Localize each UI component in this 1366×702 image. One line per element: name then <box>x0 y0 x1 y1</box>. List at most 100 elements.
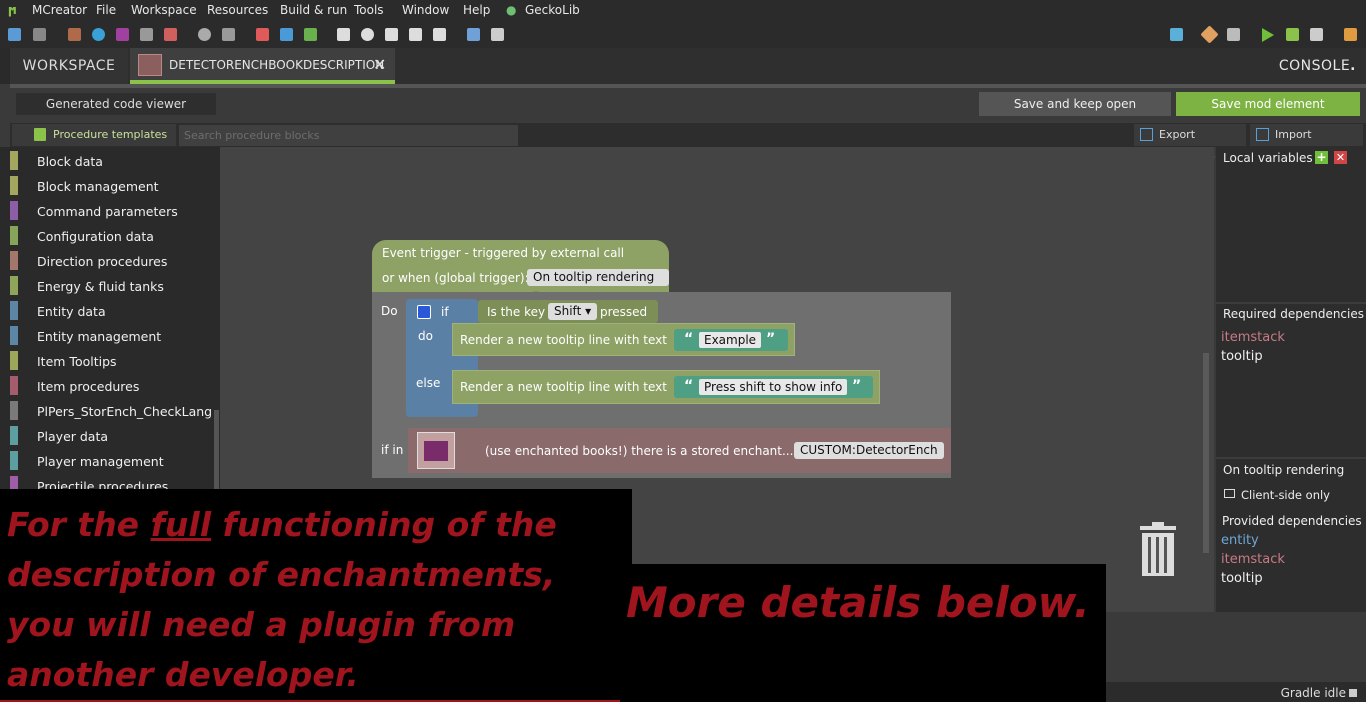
panel-scrollbar[interactable] <box>1203 353 1209 553</box>
menu-tools[interactable]: Tools <box>354 3 384 17</box>
category-item[interactable]: Command parameters <box>0 198 210 223</box>
menu-help[interactable]: Help <box>463 3 490 17</box>
save-mod-element-button[interactable]: Save mod element <box>1176 92 1360 116</box>
gear-icon[interactable] <box>417 305 431 319</box>
side-handle[interactable] <box>0 48 10 84</box>
menu-workspace[interactable]: Workspace <box>131 3 197 17</box>
divider <box>1216 302 1366 304</box>
run-server-icon[interactable] <box>1286 28 1299 41</box>
category-color-swatch <box>10 351 18 370</box>
tool-icon-2[interactable] <box>361 28 374 41</box>
render-label: Render a new tooltip line with text <box>460 380 667 394</box>
global-trigger-dropdown[interactable]: On tooltip rendering ▾ <box>527 269 669 301</box>
grid-blue-icon[interactable] <box>280 28 293 41</box>
menu-build-run[interactable]: Build & run <box>280 3 347 17</box>
run-client-icon[interactable] <box>1262 28 1274 42</box>
notice-text-underlined: full <box>150 505 212 544</box>
export-icon <box>1140 128 1153 141</box>
tool-icon-3[interactable] <box>385 28 398 41</box>
open-quote-icon: “ <box>684 331 694 347</box>
variables-icon[interactable] <box>467 28 480 41</box>
animation-icon[interactable] <box>164 28 177 41</box>
import-procedure-button[interactable]: Import procedure <box>1250 124 1363 163</box>
text-string-block[interactable]: “ Press shift to show info ” <box>674 376 873 398</box>
grid-red-icon[interactable] <box>256 28 269 41</box>
category-item[interactable]: Item Tooltips <box>0 348 210 373</box>
menu-resources[interactable]: Resources <box>207 3 268 17</box>
texture-icon[interactable] <box>198 28 211 41</box>
if-label: if <box>441 305 449 319</box>
categories-scrollbar[interactable] <box>214 410 219 490</box>
category-item[interactable]: Entity management <box>0 323 210 348</box>
browser-icon[interactable] <box>1170 28 1183 41</box>
tab-workspace[interactable]: WORKSPACE <box>10 48 128 84</box>
category-item[interactable]: Block data <box>0 148 210 173</box>
category-item[interactable]: Direction procedures <box>0 248 210 273</box>
string-value[interactable]: Example <box>699 332 762 348</box>
category-label: Command parameters <box>37 204 178 219</box>
save-and-keep-open-button[interactable]: Save and keep open <box>979 92 1171 116</box>
category-color-swatch <box>10 376 18 395</box>
do-inner-label: do <box>418 329 433 343</box>
category-label: Item procedures <box>37 379 140 394</box>
stop-icon[interactable] <box>1310 28 1323 41</box>
monitor-icon <box>1224 489 1235 498</box>
export-icon[interactable] <box>222 28 235 41</box>
tab-procedure-file[interactable]: DETECTORENCHBOOKDESCRIPTION ✕ <box>130 48 395 84</box>
trash-icon[interactable] <box>1138 521 1178 577</box>
do-label: Do <box>381 304 398 318</box>
procedure-templates-button[interactable]: Procedure templates <box>12 124 176 146</box>
generated-code-viewer-button[interactable]: Generated code viewer <box>16 93 216 115</box>
menu-mcreator[interactable]: MCreator <box>32 3 87 17</box>
structure-icon[interactable] <box>116 28 129 41</box>
render-tooltip-block[interactable]: Render a new tooltip line with text “ Pr… <box>452 370 880 404</box>
tab-console[interactable]: CONSOLE. <box>1279 58 1356 74</box>
category-color-swatch <box>10 301 18 320</box>
menu-geckolib[interactable]: GeckoLib <box>525 3 580 17</box>
grid-green-icon[interactable] <box>304 28 317 41</box>
close-icon[interactable]: ✕ <box>373 55 386 74</box>
category-color-swatch <box>10 326 18 345</box>
tool-icon-4[interactable] <box>409 28 422 41</box>
category-item[interactable]: Item procedures <box>0 373 210 398</box>
new-element-icon[interactable] <box>8 28 21 41</box>
category-item[interactable]: Energy & fluid tanks <box>0 273 210 298</box>
build-icon[interactable] <box>1200 25 1219 44</box>
stored-enchantment-procedure-block[interactable]: (use enchanted books!) there is a stored… <box>408 428 951 473</box>
category-item[interactable]: Configuration data <box>0 223 210 248</box>
remove-icon[interactable]: ✕ <box>1334 151 1347 164</box>
workspace-icon[interactable] <box>33 28 46 41</box>
event-trigger-block[interactable]: Event trigger - triggered by external ca… <box>372 240 669 301</box>
category-item[interactable]: PlPers_StorEnch_CheckLang <box>0 398 212 423</box>
tool-icon-1[interactable] <box>337 28 350 41</box>
procedure-icon <box>138 54 162 76</box>
model-icon[interactable] <box>140 28 153 41</box>
provided-dependencies-title: Provided dependencies <box>1222 514 1362 528</box>
text-string-block[interactable]: “ Example ” <box>674 329 788 351</box>
key-dropdown[interactable]: Shift ▾ <box>548 303 598 320</box>
category-item[interactable]: Player management <box>0 448 210 473</box>
hammer-icon[interactable] <box>1227 28 1240 41</box>
enchantment-value-field[interactable]: CUSTOM:DetectorEnch <box>794 442 944 459</box>
open-quote-icon: “ <box>684 378 694 394</box>
search-procedure-blocks-input[interactable]: Search procedure blocks <box>179 125 518 146</box>
category-item[interactable]: Player data <box>0 423 210 448</box>
sound-icon[interactable] <box>92 28 105 41</box>
category-color-swatch <box>10 401 18 420</box>
menu-window[interactable]: Window <box>402 3 449 17</box>
category-color-swatch <box>10 151 18 170</box>
export-mod-icon[interactable] <box>1344 28 1357 41</box>
render-tooltip-block[interactable]: Render a new tooltip line with text “ Ex… <box>452 323 795 356</box>
category-item[interactable]: Entity data <box>0 298 210 323</box>
string-value[interactable]: Press shift to show info <box>699 379 848 395</box>
provided-entity: entity <box>1221 533 1259 548</box>
category-item[interactable]: Projectile procedures <box>0 473 210 489</box>
add-icon[interactable]: + <box>1315 151 1328 164</box>
edit-icon[interactable] <box>491 28 504 41</box>
tool-icon-5[interactable] <box>433 28 446 41</box>
image-icon[interactable] <box>68 28 81 41</box>
menu-file[interactable]: File <box>96 3 116 17</box>
category-item[interactable]: Block management <box>0 173 210 198</box>
key-pressed-condition-block[interactable]: Is the key Shift ▾ pressed <box>478 300 658 323</box>
export-procedure-button[interactable]: Export procedure <box>1134 124 1246 163</box>
